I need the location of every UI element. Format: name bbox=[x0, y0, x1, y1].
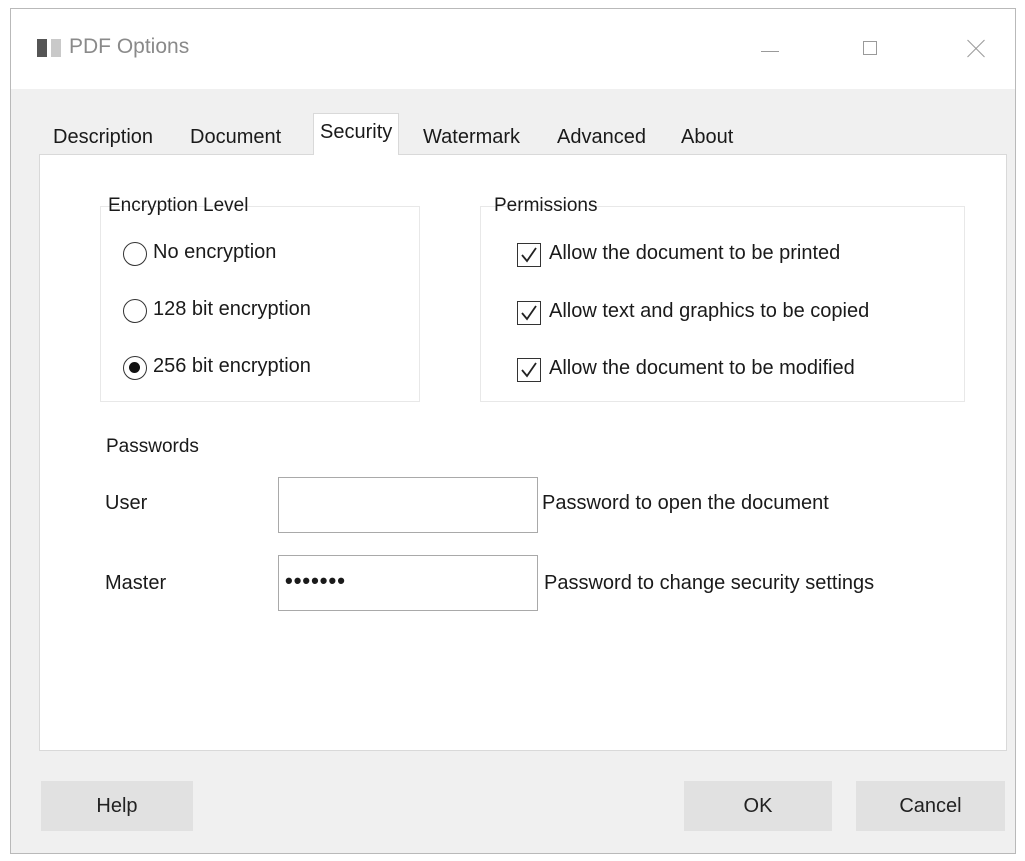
app-icon bbox=[37, 39, 63, 57]
user-password-description: Password to open the document bbox=[542, 492, 829, 514]
checkbox[interactable] bbox=[517, 301, 541, 325]
title-bar: PDF Options bbox=[11, 9, 1015, 89]
user-password-label: User bbox=[105, 492, 148, 514]
checkbox[interactable] bbox=[517, 243, 541, 267]
close-icon[interactable] bbox=[956, 29, 996, 69]
maximize-icon[interactable] bbox=[851, 29, 891, 69]
checkmark-icon bbox=[521, 247, 537, 263]
window-title: PDF Options bbox=[69, 35, 190, 58]
checkbox-label: Allow text and graphics to be copied bbox=[549, 300, 870, 322]
tab-advanced[interactable]: Advanced bbox=[557, 121, 646, 153]
radio-label: No encryption bbox=[153, 241, 277, 263]
tab-watermark[interactable]: Watermark bbox=[423, 121, 520, 153]
radio-label: 128 bit encryption bbox=[153, 298, 311, 320]
tab-security[interactable]: Security bbox=[313, 113, 400, 155]
checkbox-label: Allow the document to be printed bbox=[549, 242, 841, 264]
master-password-value: ••••••• bbox=[285, 568, 346, 593]
permissions-label: Permissions bbox=[494, 195, 598, 216]
pdf-options-dialog: PDF Options Description Document Securit… bbox=[10, 8, 1016, 854]
master-password-input[interactable]: ••••••• bbox=[278, 555, 538, 611]
radio-button[interactable] bbox=[123, 356, 147, 380]
tab-about[interactable]: About bbox=[681, 121, 733, 153]
radio-label: 256 bit encryption bbox=[153, 355, 311, 377]
checkmark-icon bbox=[521, 362, 537, 378]
user-password-input[interactable] bbox=[278, 477, 538, 533]
cancel-button[interactable]: Cancel bbox=[856, 781, 1005, 831]
minimize-icon[interactable] bbox=[751, 29, 791, 69]
ok-button[interactable]: OK bbox=[684, 781, 832, 831]
radio-button[interactable] bbox=[123, 242, 147, 266]
passwords-label: Passwords bbox=[106, 436, 199, 457]
checkmark-icon bbox=[521, 305, 537, 321]
security-tab-panel: Encryption Level No encryption 128 bit e… bbox=[39, 154, 1007, 751]
master-password-description: Password to change security settings bbox=[544, 572, 875, 594]
tab-description[interactable]: Description bbox=[53, 121, 153, 153]
help-button[interactable]: Help bbox=[41, 781, 193, 831]
checkbox-label: Allow the document to be modified bbox=[549, 357, 855, 379]
encryption-level-label: Encryption Level bbox=[108, 195, 249, 216]
tab-document[interactable]: Document bbox=[190, 121, 281, 153]
master-password-label: Master bbox=[105, 572, 167, 594]
radio-button[interactable] bbox=[123, 299, 147, 323]
checkbox[interactable] bbox=[517, 358, 541, 382]
